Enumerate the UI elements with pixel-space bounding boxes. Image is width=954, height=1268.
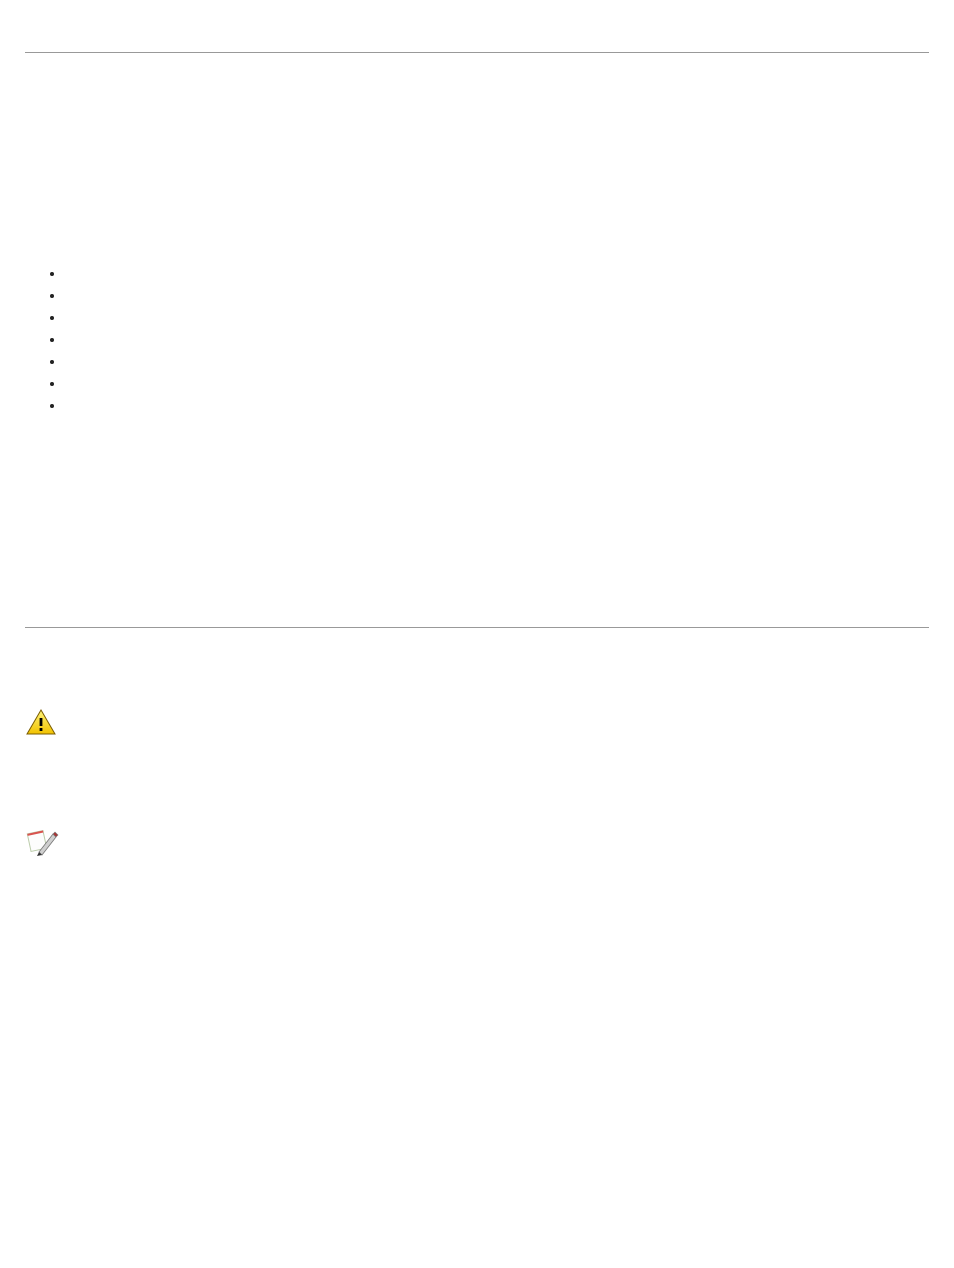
note-callout	[25, 828, 929, 868]
spacer-bottom	[25, 868, 929, 1228]
spacer-top	[25, 0, 929, 52]
list-item	[65, 395, 929, 417]
warning-callout	[25, 708, 929, 748]
spacer	[25, 417, 929, 627]
list-item	[65, 373, 929, 395]
spacer	[25, 748, 929, 828]
spacer	[25, 53, 929, 263]
list-item	[65, 307, 929, 329]
list-item	[65, 263, 929, 285]
bullet-list-block	[25, 263, 929, 417]
list-item	[65, 351, 929, 373]
spacer	[25, 628, 929, 708]
list-item	[65, 329, 929, 351]
list-item	[65, 285, 929, 307]
bullet-list	[25, 263, 929, 417]
warning-triangle-icon	[25, 708, 61, 736]
document-page	[0, 0, 954, 1268]
note-pencil-icon	[25, 828, 61, 858]
